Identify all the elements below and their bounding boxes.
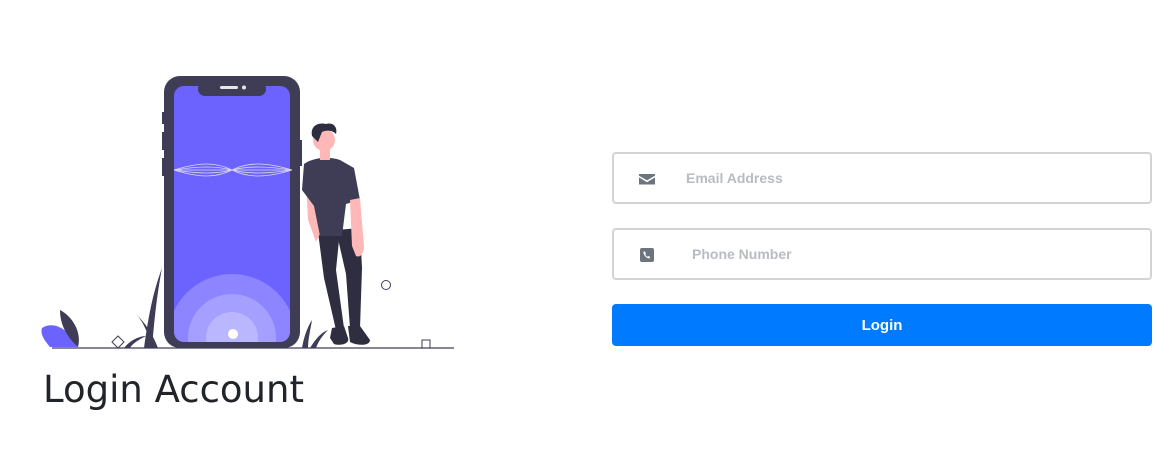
square-shape (421, 339, 431, 349)
phone-input[interactable] (692, 230, 1112, 278)
phone-field-wrapper (612, 228, 1152, 280)
login-button[interactable]: Login (612, 304, 1152, 346)
circle-shape (381, 280, 391, 290)
person-illustration (302, 123, 370, 345)
envelope-icon (639, 174, 655, 185)
email-field-wrapper (612, 152, 1152, 204)
email-input[interactable] (686, 154, 1106, 202)
login-page: Login Account Login (0, 0, 1170, 463)
login-form: Login (612, 152, 1152, 346)
phone-icon (640, 248, 654, 262)
page-title: Login Account (43, 368, 304, 411)
diamond-shape (111, 335, 125, 349)
smartphone-illustration (162, 76, 302, 348)
phone-person-illustration (41, 76, 454, 349)
leaf-decoration (41, 310, 79, 347)
